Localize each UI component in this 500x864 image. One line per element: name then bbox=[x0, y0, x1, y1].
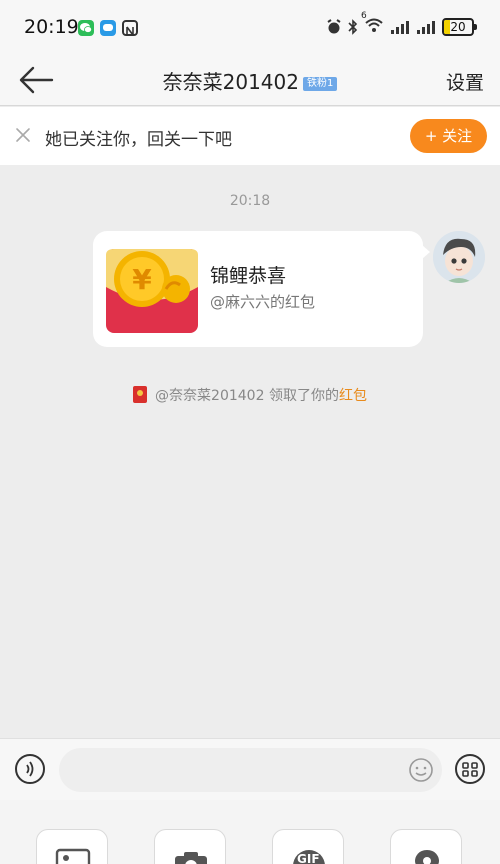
gif-label: GIF bbox=[297, 852, 320, 864]
red-packet-claimed-notice: @奈奈菜201402 领取了你的红包 bbox=[0, 385, 500, 405]
gif-button[interactable]: GIF bbox=[272, 829, 344, 864]
alarm-icon bbox=[327, 19, 341, 34]
wifi-icon bbox=[365, 18, 383, 32]
follow-back-banner: 她已关注你，回关一下吧 + 关注 bbox=[0, 107, 500, 165]
follow-back-text: 她已关注你，回关一下吧 bbox=[45, 130, 232, 150]
bluetooth-icon bbox=[348, 19, 358, 35]
battery-fill bbox=[444, 20, 450, 34]
status-time: 20:19 bbox=[24, 16, 79, 38]
voice-button[interactable] bbox=[15, 754, 45, 784]
close-icon[interactable] bbox=[14, 126, 32, 144]
contact-name: 奈奈菜201402 bbox=[162, 70, 299, 94]
camera-button[interactable] bbox=[154, 829, 226, 864]
wechat-icon bbox=[78, 20, 94, 36]
red-packet-link[interactable]: 红包 bbox=[339, 388, 367, 404]
chat-header: 奈奈菜201402 铁粉1 设置 bbox=[0, 56, 500, 106]
message-input-bar bbox=[0, 738, 500, 800]
voice-icon bbox=[26, 761, 34, 777]
wifi-signal-label: 6 bbox=[361, 11, 367, 21]
settings-button[interactable]: 设置 bbox=[446, 68, 484, 95]
avatar[interactable] bbox=[433, 231, 485, 283]
red-packet-subtitle: @麻六六的红包 bbox=[210, 293, 316, 311]
status-right-group: 6 20 bbox=[326, 11, 477, 37]
status-bar: 20:19 6 20 bbox=[0, 0, 500, 56]
more-icon[interactable] bbox=[454, 753, 486, 785]
message-input[interactable] bbox=[59, 748, 442, 792]
mini-red-packet-icon bbox=[133, 386, 148, 403]
chat-title: 奈奈菜201402 铁粉1 bbox=[0, 66, 500, 95]
follow-button[interactable]: + 关注 bbox=[410, 119, 487, 153]
battery-indicator: 20 bbox=[442, 18, 477, 36]
camera-icon bbox=[175, 852, 207, 864]
location-button[interactable] bbox=[390, 829, 462, 864]
message-app-icon bbox=[100, 20, 116, 36]
nfc-icon bbox=[122, 20, 138, 36]
claimed-notice-text: @奈奈菜201402 领取了你的 bbox=[155, 388, 339, 404]
cell-signal-2-icon bbox=[417, 21, 435, 34]
image-icon bbox=[55, 848, 91, 864]
battery-level: 20 bbox=[450, 20, 466, 34]
message-timestamp: 20:18 bbox=[229, 193, 271, 209]
svg-text:¥: ¥ bbox=[132, 263, 152, 296]
emoji-icon[interactable] bbox=[408, 757, 434, 783]
location-icon bbox=[415, 850, 439, 864]
fan-badge: 铁粉1 bbox=[302, 77, 338, 91]
cell-signal-icon bbox=[391, 21, 409, 34]
red-packet-icon: ¥ bbox=[106, 249, 198, 333]
red-packet-title: 锦鲤恭喜 bbox=[210, 265, 287, 287]
attachment-panel: GIF bbox=[0, 800, 500, 864]
photo-button[interactable] bbox=[36, 829, 108, 864]
red-packet-message[interactable]: ¥ 锦鲤恭喜 @麻六六的红包 bbox=[93, 231, 430, 347]
